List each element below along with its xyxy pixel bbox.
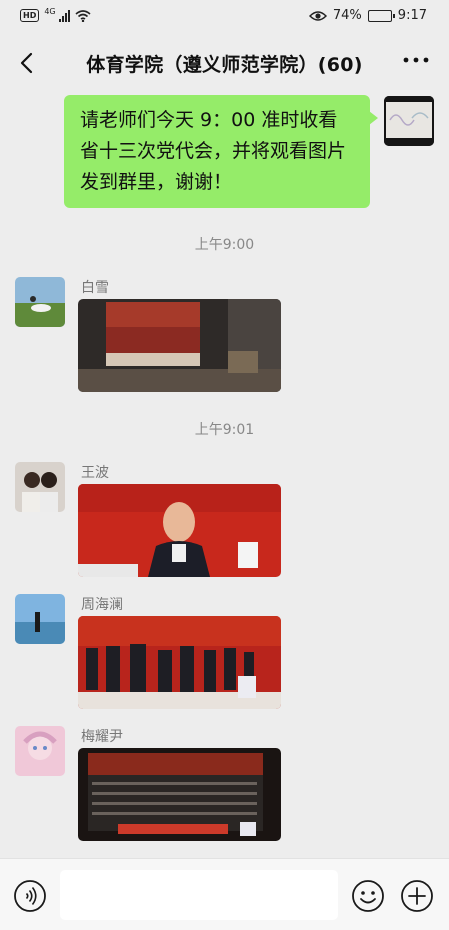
battery-percent: 74% [332, 8, 362, 23]
chat-header: 体育学院（遵义师范学院）(60) [0, 34, 449, 92]
emoji-icon [352, 880, 384, 912]
image-message[interactable] [78, 299, 281, 392]
battery-icon [367, 9, 395, 22]
emoji-button[interactable] [351, 879, 385, 913]
image-message[interactable] [78, 748, 281, 841]
hd-badge: HD [20, 9, 40, 22]
sender-name: 王波 [81, 465, 109, 481]
voice-button[interactable] [13, 879, 47, 913]
timestamp: 上午9:00 [194, 237, 255, 253]
avatar[interactable] [15, 277, 65, 327]
message-input[interactable] [60, 870, 338, 920]
clock: 9:17 [397, 8, 427, 23]
image-message[interactable] [78, 616, 281, 709]
signal-icon [58, 9, 70, 22]
add-button[interactable] [400, 879, 434, 913]
image-message[interactable] [78, 484, 281, 577]
my-message-bubble[interactable]: 请老师们今天 9：00 准时收看省十三次党代会，并将观看图片发到群里，谢谢！ [64, 95, 378, 208]
voice-icon [14, 880, 46, 912]
avatar[interactable] [15, 594, 65, 644]
chat-title: 体育学院（遵义师范学院）(60) [86, 54, 363, 76]
sender-name: 周海澜 [81, 597, 123, 613]
avatar[interactable] [15, 462, 65, 512]
sender-name: 白雪 [81, 280, 109, 296]
timestamp: 上午9:01 [194, 422, 255, 438]
more-icon [403, 57, 429, 63]
wifi-icon [75, 9, 91, 22]
plus-icon [401, 880, 433, 912]
avatar[interactable] [15, 726, 65, 776]
status-bar: HD 4G 74% 9:17 [0, 0, 449, 34]
more-button[interactable] [403, 50, 429, 74]
sender-name: 梅耀尹 [81, 729, 123, 745]
eye-icon [308, 10, 327, 21]
input-bar [0, 858, 449, 930]
network-type-label: 4G [44, 7, 56, 16]
my-avatar[interactable] [384, 96, 434, 146]
